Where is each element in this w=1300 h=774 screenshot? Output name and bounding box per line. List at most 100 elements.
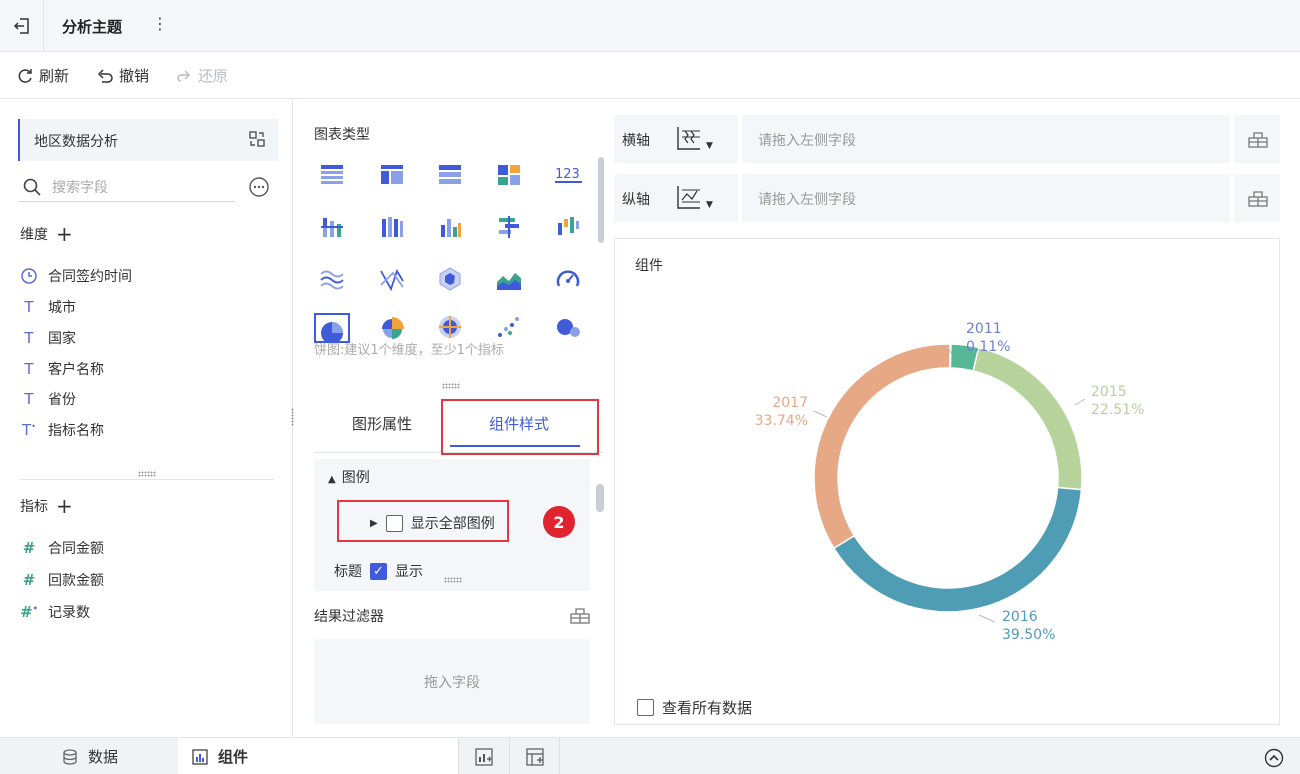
add-dimension-icon[interactable]: + — [56, 224, 73, 244]
more-menu-icon[interactable]: ⋮ — [152, 14, 168, 33]
title-label: 标题 — [334, 564, 362, 580]
tab-graph-properties[interactable]: 图形属性 — [352, 413, 412, 434]
y-axis-type-button[interactable]: ▼ — [676, 184, 713, 210]
search-icon — [23, 178, 41, 196]
title-show-label: 显示 — [395, 564, 423, 580]
exit-button[interactable] — [0, 0, 44, 52]
axis-dropzone-icon[interactable] — [1248, 189, 1268, 207]
filter-dropzone-icon[interactable] — [570, 606, 590, 624]
bubble-icon[interactable] — [554, 313, 582, 341]
label-leader-line — [978, 614, 996, 623]
add-component-button[interactable] — [458, 738, 510, 774]
field-item[interactable]: # 回款金额 — [20, 570, 104, 590]
field-item[interactable]: T 省份 — [20, 389, 76, 409]
redo-button[interactable]: 还原 — [175, 65, 228, 86]
radar-line-icon[interactable] — [378, 265, 406, 293]
x-axis-type-button[interactable]: ▼ — [676, 125, 713, 151]
chart-type-scrollbar[interactable] — [598, 157, 604, 243]
divider — [20, 479, 274, 480]
x-axis-row: 横轴 ▼ 请拖入左侧字段 — [614, 115, 1280, 163]
field-search[interactable]: 搜索字段 — [18, 174, 235, 202]
table-chart-icon[interactable] — [318, 161, 346, 189]
undo-button[interactable]: 撤销 — [96, 65, 149, 86]
more-options-icon[interactable] — [248, 176, 270, 198]
toolbar: 刷新 撤销 还原 — [0, 52, 1300, 99]
cross-table-icon[interactable] — [436, 161, 464, 189]
multi-pie-icon[interactable] — [436, 313, 464, 341]
label-leader-line — [1074, 398, 1086, 406]
field-label: 省份 — [48, 392, 76, 408]
gauge-icon[interactable] — [554, 265, 582, 293]
switch-dataset-icon[interactable] — [248, 130, 266, 148]
view-all-data-checkbox[interactable] — [637, 699, 654, 716]
add-dashboard-button[interactable] — [510, 738, 560, 774]
add-measure-icon[interactable]: + — [56, 496, 73, 516]
bottom-bar: 数据 组件 — [0, 737, 1300, 774]
filter-dropzone[interactable]: 拖入字段 — [314, 639, 590, 724]
resize-grip[interactable] — [138, 471, 156, 477]
field-item[interactable]: T 城市 — [20, 297, 76, 317]
grouped-bar-icon[interactable] — [318, 213, 346, 241]
slice-label-value: 39.50% — [1002, 627, 1055, 643]
donut-slice-2017[interactable] — [813, 343, 951, 550]
field-item[interactable]: # 合同金额 — [20, 538, 104, 558]
resize-grip[interactable] — [442, 383, 460, 389]
component-tab[interactable]: 组件 — [178, 738, 458, 774]
chart-type-title: 图表类型 — [314, 127, 370, 143]
dimension-title: 维度 — [20, 227, 48, 243]
slice-label-category: 2016 — [1002, 609, 1038, 625]
canvas-panel: 横轴 ▼ 请拖入左侧字段 纵轴 ▼ 请拖入左侧字段 组件 2011 0.11% 20… — [614, 99, 1300, 737]
exit-icon — [13, 18, 29, 34]
collapse-up-icon[interactable] — [1264, 748, 1284, 768]
filter-placeholder: 拖入字段 — [424, 674, 480, 691]
dropdown-caret-icon: ▼ — [706, 200, 713, 210]
axis-type-icon — [677, 186, 700, 209]
axis-dropzone-icon[interactable] — [1248, 130, 1268, 148]
area-chart-icon[interactable] — [495, 265, 523, 293]
title-row: 标题 ✓ 显示 — [334, 561, 423, 581]
donut-slice-2016[interactable] — [832, 486, 1083, 613]
donut-slice-2015[interactable] — [972, 346, 1083, 491]
stacked-bar-icon[interactable] — [378, 213, 406, 241]
view-all-data[interactable]: 查看所有数据 — [637, 697, 752, 718]
horizontal-bar-icon[interactable] — [495, 213, 523, 241]
rose-pie-icon[interactable] — [378, 313, 406, 341]
field-label: 指标名称 — [48, 423, 104, 439]
radar-chart-icon[interactable] — [436, 265, 464, 293]
add-component-icon — [475, 747, 493, 766]
field-item[interactable]: 合同签约时间 — [20, 266, 132, 286]
field-item[interactable]: #• 记录数 — [20, 602, 90, 622]
redo-label: 还原 — [198, 67, 229, 85]
data-tab[interactable]: 数据 — [62, 738, 118, 774]
number-calc-icon: #• — [20, 603, 38, 621]
field-item[interactable]: T• 指标名称 — [20, 420, 104, 440]
scatter-icon[interactable] — [495, 313, 523, 341]
component-canvas[interactable]: 组件 2011 0.11% 2015 22.51% 2016 39.50% 2017 33.7… — [614, 238, 1280, 725]
group-table-icon[interactable] — [378, 161, 406, 189]
x-axis-dropzone[interactable]: 请拖入左侧字段 — [738, 115, 1234, 163]
undo-icon — [97, 68, 113, 83]
slice-label-value: 22.51% — [1091, 402, 1144, 418]
y-axis-dropzone[interactable]: 请拖入左侧字段 — [738, 174, 1234, 222]
line-chart-icon[interactable] — [318, 265, 346, 293]
resize-grip[interactable] — [444, 577, 462, 583]
refresh-button[interactable]: 刷新 — [16, 65, 69, 86]
column-chart-icon[interactable] — [436, 213, 464, 241]
legend-section-header[interactable]: ▲ 图例 — [328, 467, 370, 487]
refresh-label: 刷新 — [39, 67, 70, 85]
config-panel: 图表类型 123 饼图:建议1个维度，至少1个指标 图形属性 组件样式 ▲ 图例 … — [294, 99, 614, 737]
highlight-box — [337, 500, 509, 542]
donut-chart[interactable]: 2011 0.11% 2015 22.51% 2016 39.50% 2017 33.74% — [615, 239, 1281, 726]
dataset-selector[interactable]: 地区数据分析 — [18, 119, 278, 161]
field-label: 合同签约时间 — [48, 269, 132, 285]
number-card-icon[interactable]: 123 — [554, 161, 582, 189]
field-label: 国家 — [48, 331, 76, 347]
field-item[interactable]: T 国家 — [20, 328, 76, 348]
title-show-checkbox[interactable]: ✓ — [370, 562, 387, 580]
waterfall-icon[interactable] — [554, 213, 582, 241]
result-filter-title: 结果过滤器 — [314, 609, 384, 625]
properties-scrollbar[interactable] — [596, 484, 604, 512]
step-badge-2: 2 — [543, 506, 575, 538]
kpi-card-icon[interactable] — [495, 161, 523, 189]
field-item[interactable]: T 客户名称 — [20, 359, 104, 379]
